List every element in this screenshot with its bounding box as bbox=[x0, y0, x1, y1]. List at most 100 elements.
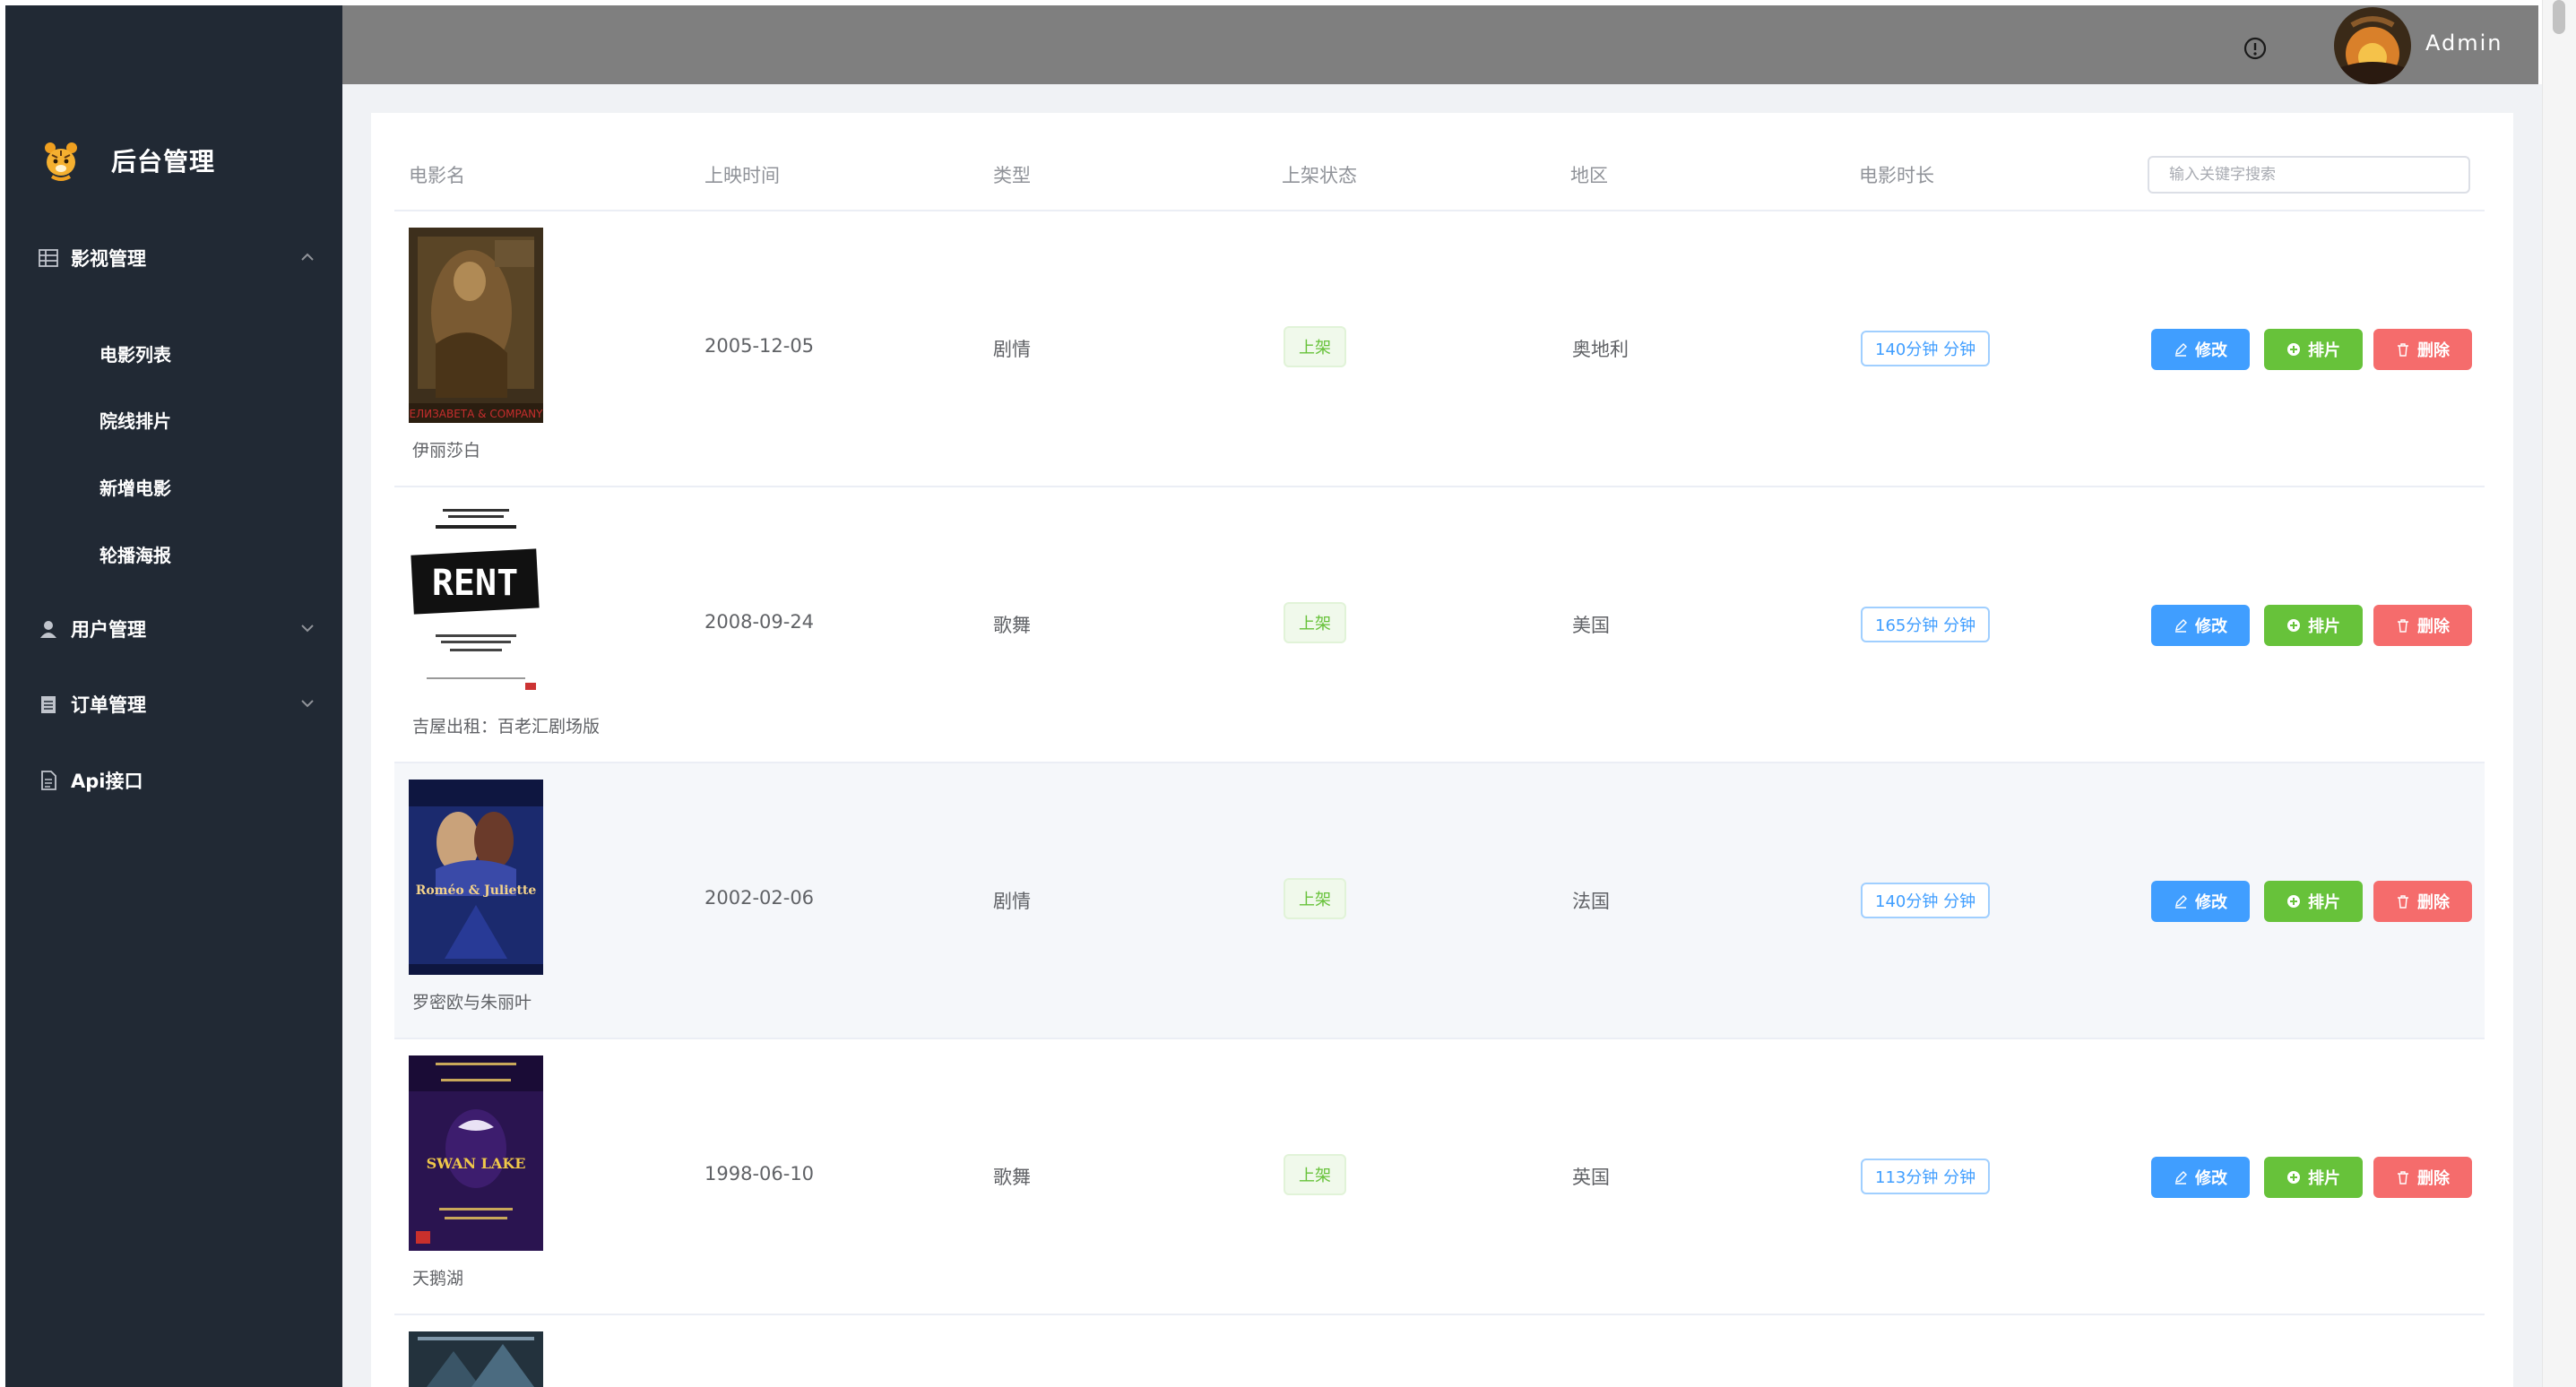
movie-name: 吉屋出租：百老汇剧场版 bbox=[412, 717, 601, 737]
column-header-region: 地区 bbox=[1570, 165, 1608, 186]
edit-label: 修改 bbox=[2195, 893, 2227, 911]
delete-label: 删除 bbox=[2417, 617, 2450, 635]
edit-button[interactable]: 修改 bbox=[2151, 605, 2250, 646]
schedule-label: 排片 bbox=[2308, 341, 2340, 359]
delete-button[interactable]: 删除 bbox=[2373, 881, 2472, 922]
avatar[interactable] bbox=[2334, 7, 2411, 84]
edit-button[interactable]: 修改 bbox=[2151, 329, 2250, 370]
delete-button[interactable]: 删除 bbox=[2373, 329, 2472, 370]
chevron-up-icon bbox=[301, 253, 314, 261]
movie-poster[interactable]: ЕЛИЗАВЕТА & COMPANY bbox=[409, 228, 543, 423]
tiger-logo-icon bbox=[45, 142, 77, 181]
menu-item-label: 电影列表 bbox=[99, 343, 171, 366]
genre: 剧情 bbox=[993, 891, 1031, 912]
app-window: 后台管理 影视管理 电影列表 院线排片 新增电影 轮播海报 用户管理 订单管理 … bbox=[0, 0, 2576, 1387]
movie-name: 伊丽莎白 bbox=[412, 441, 481, 461]
menu-item-label: 新增电影 bbox=[99, 477, 171, 499]
edit-icon bbox=[2175, 343, 2187, 357]
schedule-label: 排片 bbox=[2308, 617, 2340, 635]
movie-poster[interactable]: Roméo & Juliette bbox=[409, 780, 543, 975]
table-row: Roméo & Juliette 罗密欧与朱丽叶 2002-02-06 剧情 上… bbox=[394, 763, 2485, 1038]
duration-tag: 140分钟 分钟 bbox=[1861, 331, 1991, 366]
duration-tag: 165分钟 分钟 bbox=[1861, 607, 1991, 642]
schedule-button[interactable]: 排片 bbox=[2264, 329, 2363, 370]
menu-item-cinema-schedule[interactable]: 院线排片 bbox=[5, 394, 342, 444]
delete-button[interactable]: 删除 bbox=[2373, 605, 2472, 646]
menu-group-users[interactable]: 用户管理 bbox=[5, 604, 342, 654]
trash-icon bbox=[2398, 619, 2408, 633]
avatar-image bbox=[2334, 7, 2411, 84]
menu-group-label: Api接口 bbox=[71, 771, 143, 792]
duration-tag: 113分钟 分钟 bbox=[1861, 1159, 1991, 1194]
menu-item-movie-list[interactable]: 电影列表 bbox=[5, 328, 342, 378]
admin-username[interactable]: Admin bbox=[2425, 30, 2503, 56]
edit-icon bbox=[2175, 895, 2187, 909]
region: 美国 bbox=[1572, 615, 1610, 636]
menu-group-orders[interactable]: 订单管理 bbox=[5, 679, 342, 729]
info-icon[interactable] bbox=[2243, 36, 2268, 61]
release-date: 2005-12-05 bbox=[705, 335, 815, 357]
trash-icon bbox=[2398, 895, 2408, 909]
release-date: 2002-02-06 bbox=[705, 887, 815, 909]
plus-circle-icon bbox=[2287, 343, 2300, 356]
page-scrollbar-thumb[interactable] bbox=[2553, 0, 2565, 34]
schedule-button[interactable]: 排片 bbox=[2264, 1157, 2363, 1198]
edit-label: 修改 bbox=[2195, 617, 2227, 635]
delete-label: 删除 bbox=[2417, 341, 2450, 359]
table-row: ЕЛИЗАВЕТА & COMPANY 伊丽莎白 2005-12-05 剧情 上… bbox=[394, 211, 2485, 486]
schedule-button[interactable]: 排片 bbox=[2264, 881, 2363, 922]
plus-circle-icon bbox=[2287, 1171, 2300, 1184]
movie-poster[interactable] bbox=[409, 1331, 543, 1387]
menu-item-label: 院线排片 bbox=[99, 409, 171, 432]
schedule-button[interactable]: 排片 bbox=[2264, 605, 2363, 646]
edit-icon bbox=[2175, 1171, 2187, 1185]
movie-poster[interactable]: SWAN LAKE bbox=[409, 1055, 543, 1251]
page-scrollbar[interactable] bbox=[2542, 0, 2576, 1387]
plus-circle-icon bbox=[2287, 895, 2300, 908]
edit-icon bbox=[2175, 619, 2187, 633]
search-input[interactable] bbox=[2148, 156, 2470, 194]
column-header-genre: 类型 bbox=[993, 165, 1031, 186]
poster-title: SWAN LAKE bbox=[427, 1155, 526, 1172]
status-badge: 上架 bbox=[1284, 602, 1346, 643]
poster-title: Roméo & Juliette bbox=[416, 883, 537, 898]
schedule-label: 排片 bbox=[2308, 1169, 2340, 1187]
edit-button[interactable]: 修改 bbox=[2151, 881, 2250, 922]
status-badge: 上架 bbox=[1284, 878, 1346, 919]
document-icon bbox=[41, 771, 56, 790]
trash-icon bbox=[2398, 1171, 2408, 1185]
chevron-down-icon bbox=[301, 700, 314, 708]
column-header-name: 电影名 bbox=[409, 165, 465, 186]
column-header-status: 上架状态 bbox=[1282, 165, 1357, 186]
brand-title: 后台管理 bbox=[111, 147, 216, 177]
genre: 剧情 bbox=[993, 339, 1031, 360]
release-date: 1998-06-10 bbox=[705, 1163, 815, 1185]
movie-name: 天鹅湖 bbox=[412, 1269, 464, 1288]
region: 奥地利 bbox=[1572, 339, 1629, 360]
menu-group-film[interactable]: 影视管理 bbox=[5, 233, 342, 283]
column-header-duration: 电影时长 bbox=[1859, 165, 1934, 186]
status-badge: 上架 bbox=[1284, 326, 1346, 367]
menu-item-add-movie[interactable]: 新增电影 bbox=[5, 461, 342, 512]
delete-button[interactable]: 删除 bbox=[2373, 1157, 2472, 1198]
sidebar: 后台管理 影视管理 电影列表 院线排片 新增电影 轮播海报 用户管理 订单管理 … bbox=[5, 5, 342, 1387]
genre: 歌舞 bbox=[993, 615, 1031, 636]
status-badge: 上架 bbox=[1284, 1154, 1346, 1195]
menu-item-banner-posters[interactable]: 轮播海报 bbox=[5, 529, 342, 579]
chevron-down-icon bbox=[301, 625, 314, 633]
menu-group-label: 用户管理 bbox=[71, 619, 146, 641]
poster-title: RENT bbox=[432, 563, 518, 604]
table-row: SWAN LAKE 天鹅湖 1998-06-10 歌舞 上架 英国 113分钟 … bbox=[394, 1039, 2485, 1314]
menu-group-api[interactable]: Api接口 bbox=[5, 755, 342, 805]
delete-label: 删除 bbox=[2417, 893, 2450, 911]
menu-item-label: 轮播海报 bbox=[99, 544, 171, 566]
trash-icon bbox=[2398, 343, 2408, 357]
menu-group-label: 影视管理 bbox=[71, 248, 146, 270]
edit-button[interactable]: 修改 bbox=[2151, 1157, 2250, 1198]
clipboard-icon bbox=[41, 696, 56, 713]
menu-group-label: 订单管理 bbox=[71, 694, 146, 716]
genre: 歌舞 bbox=[993, 1167, 1031, 1188]
delete-label: 删除 bbox=[2417, 1169, 2450, 1187]
plus-circle-icon bbox=[2287, 619, 2300, 632]
movie-poster[interactable]: RENT bbox=[409, 504, 543, 699]
